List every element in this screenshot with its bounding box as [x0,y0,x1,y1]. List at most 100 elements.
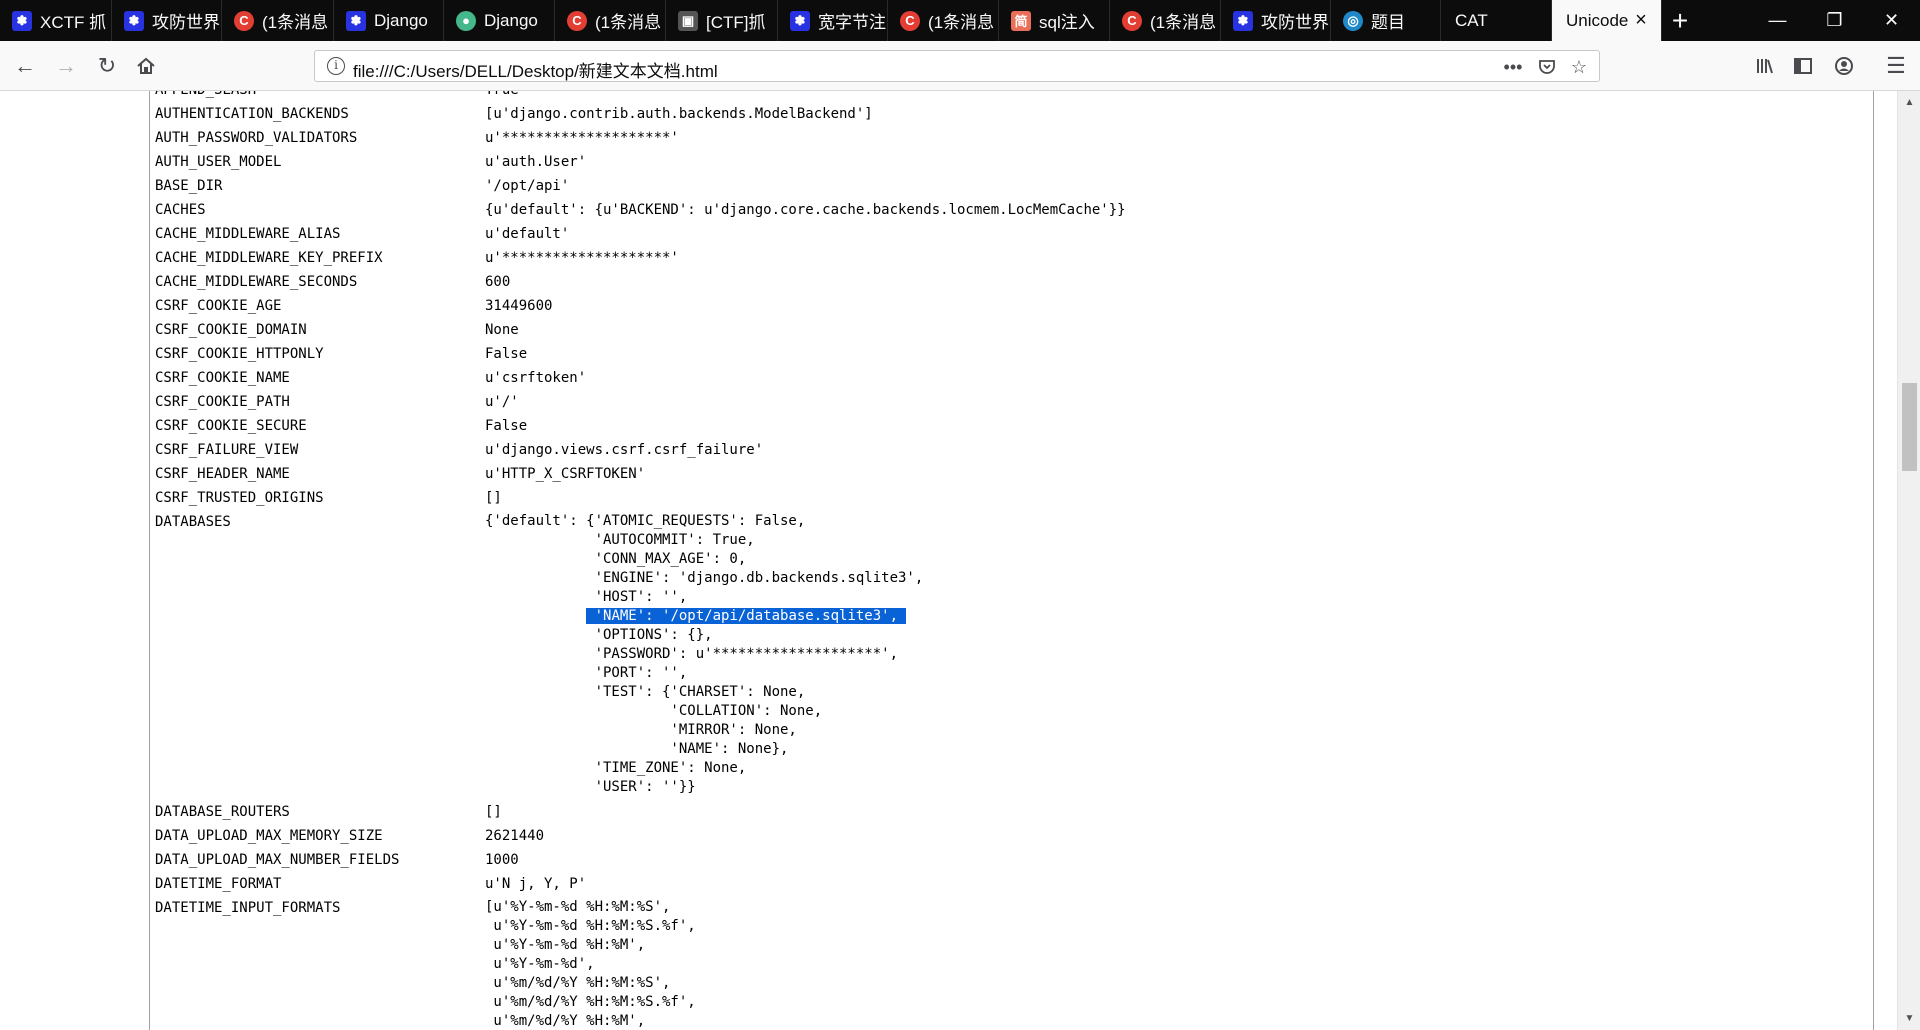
value-line: 'MIRROR': None, [485,722,797,738]
setting-row: AUTH_USER_MODEL u'auth.User' [155,150,1126,174]
page-actions-button[interactable]: ••• [1501,55,1525,79]
setting-row: CSRF_FAILURE_VIEW u'django.views.csrf.csr… [155,438,1126,462]
close-window-button[interactable]: ✕ [1863,0,1920,41]
tab-10[interactable]: C (1条消息 [1110,0,1221,41]
restore-button[interactable]: ❐ [1806,0,1863,41]
setting-value: u'/' [485,394,519,410]
setting-row: CSRF_COOKIE_SECURE False [155,414,1126,438]
tab-14[interactable]: Unicode × [1552,0,1662,41]
setting-row: CACHE_MIDDLEWARE_KEY_PREFIX u'***********… [155,246,1126,270]
forward-arrow-icon: → [55,53,77,78]
pocket-button[interactable] [1535,55,1559,79]
forward-button[interactable]: → [49,49,83,83]
value-line: 'ENGINE': 'django.db.backends.sqlite3', [485,570,924,586]
tab-2[interactable]: C (1条消息 [222,0,334,41]
setting-key: CSRF_TRUSTED_ORIGINS [155,490,324,506]
tab-label: [CTF]抓 [706,13,766,32]
setting-value: u'django.views.csrf.csrf_failure' [485,442,764,458]
scroll-down-arrow-icon[interactable]: ▼ [1898,1007,1920,1030]
menu-button[interactable]: ☰ [1879,49,1913,83]
tab-12[interactable]: ◎ 题目 [1331,0,1441,41]
setting-key: CACHES [155,202,206,218]
value-line: 'USER': ''}} [485,779,696,795]
setting-row: DATETIME_FORMAT u'N j, Y, P' [155,872,1126,896]
tab-strip: ✽ XCTF 抓 ✽ 攻防世界 C (1条消息 ✽ Django ● Django C (1条消息 ▣ [… [0,0,1920,41]
tab-9[interactable]: 简 sql注入 [999,0,1110,41]
page-content: APPEND_SLASHTrue AUTHENTICATION_BACKENDS [… [0,91,1897,1030]
setting-row: CSRF_COOKIE_NAME u'csrftoken' [155,366,1126,390]
minimize-icon: — [1768,10,1787,30]
minimize-button[interactable]: — [1749,0,1806,41]
tab-6[interactable]: ▣ [CTF]抓 [666,0,778,41]
setting-key: AUTH_USER_MODEL [155,154,282,170]
tab-label: sql注入 [1039,13,1095,32]
csdn-icon: C [900,10,920,31]
new-tab-button[interactable]: + [1662,0,1698,41]
setting-key: CSRF_COOKIE_NAME [155,370,290,386]
url-bar[interactable]: i file:///C:/Users/DELL/Desktop/新建文本文档.h… [314,50,1600,82]
close-tab-icon[interactable]: × [1631,9,1651,31]
tab-label: CAT [1455,10,1488,30]
tab-11[interactable]: ✽ 攻防世界 [1221,0,1331,41]
value-line-highlighted: 'NAME': '/opt/api/database.sqlite3', [485,607,923,626]
csdn-icon: C [567,10,587,31]
sidebar-button[interactable] [1786,49,1820,83]
setting-value: u'default' [485,226,570,242]
setting-value: 1000 [485,852,519,868]
setting-key: CSRF_COOKIE_SECURE [155,418,307,434]
setting-value: '/opt/api' [485,178,570,194]
bookmark-button[interactable]: ☆ [1567,55,1591,79]
info-icon[interactable]: i [327,57,345,75]
pocket-icon [1539,60,1555,74]
value-line: 'HOST': '', [485,589,688,605]
scroll-up-arrow-icon[interactable]: ▲ [1898,91,1920,114]
back-button[interactable]: ← [8,49,42,83]
tab-1[interactable]: ✽ 攻防世界 [112,0,222,41]
setting-value: u'auth.User' [485,154,587,170]
tab-4[interactable]: ● Django [444,0,555,41]
value-line: 'AUTOCOMMIT': True, [485,532,755,548]
value-line: 'TEST': {'CHARSET': None, [485,684,806,700]
tab-0[interactable]: ✽ XCTF 抓 [0,0,112,41]
value-line: u'%m/%d/%Y %H:%M:%S.%f', [485,994,696,1010]
tab-8[interactable]: C (1条消息 [888,0,999,41]
setting-value-block: [u'%Y-%m-%d %H:%M:%S', u'%Y-%m-%d %H:%M:… [485,896,696,1030]
ellipsis-icon: ••• [1503,56,1523,77]
value-line: 'COLLATION': None, [485,703,823,719]
account-button[interactable] [1827,49,1861,83]
selected-text[interactable]: 'NAME': '/opt/api/database.sqlite3', [586,608,907,624]
account-icon [1835,57,1853,75]
scroll-thumb[interactable] [1902,383,1917,471]
setting-value: 600 [485,274,511,290]
setting-key: CSRF_COOKIE_PATH [155,394,290,410]
setting-value: u'HTTP_X_CSRFTOKEN' [485,466,646,482]
tab-label: (1条消息 [928,13,995,32]
tab-label: 攻防世界 [152,13,220,32]
baidu-paw-icon: ✽ [1233,10,1253,31]
library-button[interactable] [1748,49,1782,83]
tab-3[interactable]: ✽ Django [334,0,444,41]
tab-7[interactable]: ✽ 宽字节注 [778,0,888,41]
tab-label: Django [374,10,428,30]
value-line: 'PORT': '', [485,665,688,681]
setting-value: False [485,346,528,362]
setting-value: None [485,322,519,338]
setting-key: DATA_UPLOAD_MAX_MEMORY_SIZE [155,828,383,844]
setting-value: u'********************' [485,250,679,266]
url-text[interactable]: file:///C:/Users/DELL/Desktop/新建文本文档.htm… [353,57,718,82]
reload-button[interactable]: ↻ [90,49,124,83]
home-button[interactable] [129,49,163,83]
vertical-scrollbar[interactable]: ▲ ▼ [1897,91,1920,1030]
setting-row: CACHE_MIDDLEWARE_ALIAS u'default' [155,222,1126,246]
tab-label: 宽字节注 [818,13,886,32]
setting-row: AUTH_PASSWORD_VALIDATORS u'**************… [155,126,1126,150]
back-arrow-icon: ← [14,53,36,78]
django-icon: ● [456,10,476,31]
tab-13[interactable]: CAT [1441,0,1552,41]
tab-5[interactable]: C (1条消息 [555,0,666,41]
tab-label: 题目 [1371,13,1405,32]
tab-label: (1条消息 [595,13,662,32]
setting-row: CSRF_COOKIE_AGE 31449600 [155,294,1126,318]
tab-label: (1条消息 [1150,13,1217,32]
setting-row: CSRF_COOKIE_HTTPONLY False [155,342,1126,366]
